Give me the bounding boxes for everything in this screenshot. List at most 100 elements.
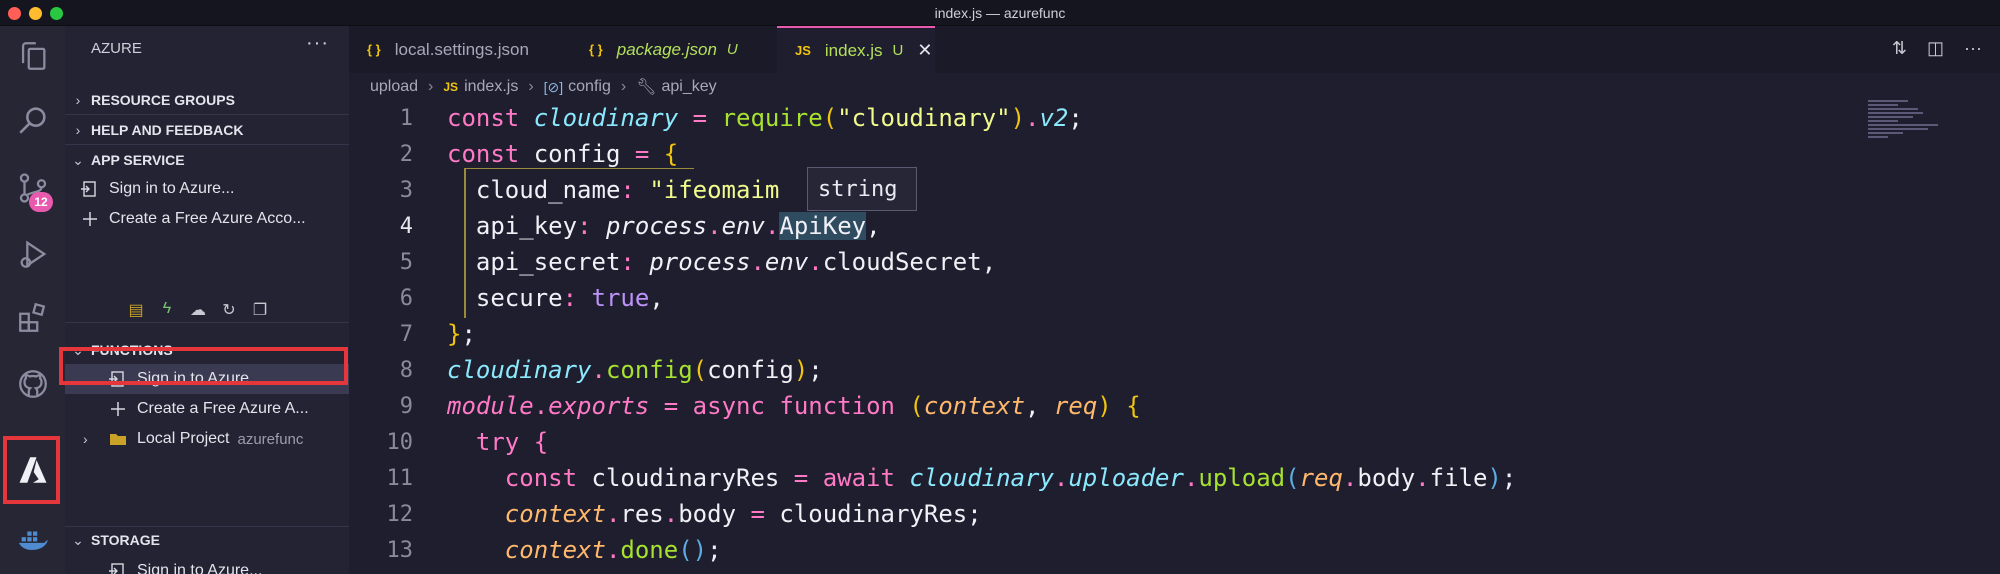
extensions-icon[interactable] [0,288,65,348]
source-control-badge: 12 [29,192,53,212]
sign-in-icon [107,560,129,574]
breadcrumb-property[interactable]: api_key [662,78,717,96]
search-icon[interactable] [0,90,65,150]
editor-tab-bar: { } local.settings.json { } package.json… [349,26,2000,73]
code-line: 4 api_key: process.env.ApiKey, [349,208,1849,244]
code-line: 5 api_secret: process.env.cloudSecret, [349,244,1849,280]
run-debug-icon[interactable] [0,224,65,284]
line-number: 10 [386,429,414,455]
breadcrumb-file[interactable]: index.js [464,78,518,96]
functions-create-account[interactable]: Create a Free Azure A... [65,394,349,424]
deploy-cloud-icon[interactable]: ☁ [187,300,209,320]
line-number: 12 [386,501,414,527]
activity-bar: 12 [0,26,65,574]
line-number: 3 [399,177,413,203]
breadcrumb-symbol[interactable]: config [568,78,611,96]
editor-actions: ⇅ ◫ ··· [1892,38,1982,59]
tab-label: local.settings.json [394,39,529,59]
more-actions-button[interactable]: ··· [306,32,329,55]
close-tab-icon[interactable]: ✕ [917,40,932,61]
tab-package-json[interactable]: { } package.json U [571,26,771,73]
split-editor-icon[interactable]: ◫ [1927,38,1944,59]
title-bar: index.js — azurefunc [0,0,2000,26]
section-resource-groups[interactable]: › RESOURCE GROUPS [65,86,349,114]
json-file-icon: { } [589,42,603,57]
line-number: 9 [399,393,413,419]
type-hover-tooltip: string [807,167,917,211]
code-line: 8 cloudinary.config(config); [349,352,1849,388]
tab-label: index.js [824,40,883,60]
functions-local-project[interactable]: › Local Project azurefunc [65,424,349,454]
line-number: 8 [399,357,413,383]
tab-local-settings[interactable]: { } local.settings.json [349,26,571,73]
line-number: 11 [386,465,414,491]
chevron-right-icon: › [428,78,434,95]
section-label: APP SERVICE [91,152,185,168]
chevron-down-icon: ⌄ [72,151,84,168]
line-number: 2 [399,141,413,167]
row-label: Sign in to Azure... [137,562,263,574]
divider [65,322,349,323]
explorer-icon[interactable] [0,26,65,86]
github-icon[interactable] [0,354,65,414]
js-file-icon: JS [795,43,811,58]
code-line: 10 try { [349,424,1849,460]
code-line: 13 context.done(); [349,532,1849,568]
minimap[interactable] [1868,100,1948,160]
app-service-create-account[interactable]: Create a Free Azure Acco... [65,204,349,234]
row-description: azurefunc [237,430,304,448]
wrench-icon: 🔧︎ [636,79,657,96]
azure-highlight-box [3,436,60,504]
divider [65,114,349,115]
section-app-service[interactable]: ⌄ APP SERVICE [65,146,349,174]
row-label: Sign in to Azure... [109,180,235,197]
sign-in-icon [79,178,101,200]
tab-index-js[interactable]: JS index.js U ✕ [777,26,935,73]
chevron-right-icon: › [528,78,534,95]
compare-changes-icon[interactable]: ⇅ [1892,38,1907,59]
line-number: 5 [399,249,413,275]
storage-sign-in[interactable]: Sign in to Azure... [65,556,349,574]
scope-guide [464,168,694,169]
docker-icon[interactable] [0,510,65,570]
section-help-feedback[interactable]: › HELP AND FEEDBACK [65,116,349,144]
row-label: Create a Free Azure A... [137,400,309,417]
app-service-sign-in[interactable]: Sign in to Azure... [65,174,349,204]
chevron-down-icon: ⌄ [72,531,84,548]
section-storage[interactable]: ⌄ STORAGE [65,526,349,554]
plus-icon [79,208,101,230]
more-actions-icon[interactable]: ··· [1964,38,1982,59]
code-line: 7}; [349,316,1849,352]
create-project-icon[interactable]: ▤ [125,300,147,320]
code-line: 12 context.res.body = cloudinaryRes; [349,496,1849,532]
create-function-icon[interactable]: ϟ [156,300,178,320]
line-number: 13 [386,537,414,563]
chevron-right-icon: › [83,431,88,447]
functions-toolbar: ▤ ϟ ☁ ↻ ❐ [125,300,271,320]
divider [65,144,349,145]
code-line: 1 const cloudinary = require("cloudinary"… [349,100,1849,136]
row-label: Create a Free Azure Acco... [109,210,306,227]
refresh-icon[interactable]: ↻ [218,300,240,320]
code-line: 9 module.exports = async function (contex… [349,388,1849,424]
sidebar-title: AZURE [91,40,142,57]
line-number: 7 [399,321,413,347]
chevron-right-icon: › [75,92,81,108]
window-title: index.js — azurefunc [934,5,1066,21]
row-label: Local Project [137,430,230,447]
breadcrumb: upload › JS index.js › [⊘] config › 🔧︎ a… [370,76,717,98]
json-file-icon: { } [367,42,381,57]
untracked-badge: U [892,42,904,59]
js-file-icon: JS [443,80,459,94]
section-label: RESOURCE GROUPS [91,92,235,108]
section-label: HELP AND FEEDBACK [91,122,244,138]
code-line: 6 secure: true, [349,280,1849,316]
scope-guide [464,168,466,318]
code-line: 3 cloud_name: "ifeomaim [349,172,1849,208]
breadcrumb-folder[interactable]: upload [370,78,418,96]
code-editor[interactable]: 1 const cloudinary = require("cloudinary"… [349,100,1849,574]
code-line: 11 const cloudinaryRes = await cloudinar… [349,460,1849,496]
untracked-badge: U [726,41,738,58]
collapse-all-icon[interactable]: ❐ [249,300,271,320]
source-control-icon[interactable]: 12 [0,158,65,218]
